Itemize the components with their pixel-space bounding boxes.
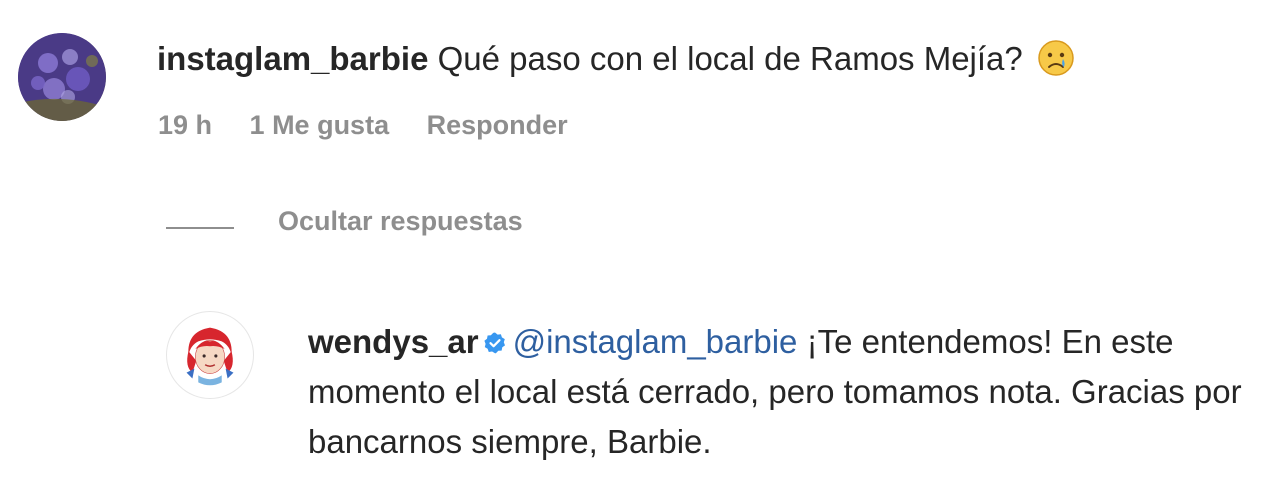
avatar[interactable] <box>18 33 106 121</box>
verified-badge-icon <box>483 332 505 354</box>
crying-face-icon <box>1038 40 1074 76</box>
comment-time: 19 h <box>158 110 213 140</box>
comment-meta: 19 h 1 Me gusta Responder <box>158 110 598 141</box>
comment-likes[interactable]: 1 Me gusta <box>250 110 390 140</box>
comment-text: Qué paso con el local de Ramos Mejía? <box>437 40 1023 77</box>
reply-avatar[interactable] <box>166 311 254 399</box>
avatar-image <box>18 33 106 121</box>
wendys-logo-icon <box>174 319 246 391</box>
comment-text-line: instaglam_barbie Qué paso con el local d… <box>157 37 1076 81</box>
comment-username[interactable]: instaglam_barbie <box>157 40 428 77</box>
reply-button[interactable]: Responder <box>427 110 568 140</box>
hide-replies-button[interactable]: Ocultar respuestas <box>278 206 523 237</box>
reply-username[interactable]: wendys_ar <box>308 323 479 360</box>
reply-text-block: wendys_ar @instaglam_barbie ¡Te entendem… <box>308 317 1248 467</box>
replies-divider <box>166 227 234 229</box>
reply-mention[interactable]: @instaglam_barbie <box>513 323 798 360</box>
